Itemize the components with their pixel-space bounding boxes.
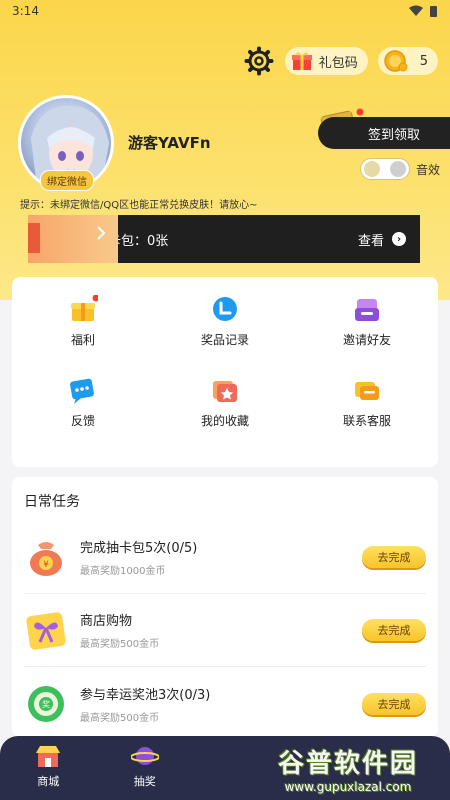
menu-label: 福利 <box>70 333 95 347</box>
wifi-icon <box>409 5 423 16</box>
record-icon <box>213 297 237 321</box>
bind-wechat-badge[interactable]: 绑定微信 <box>40 170 94 191</box>
planet-icon <box>130 747 159 765</box>
view-card-pack[interactable]: 查看 › <box>358 230 406 249</box>
task-reward: 最高奖励1000金币 <box>80 566 166 577</box>
shop-icon <box>36 746 61 767</box>
menu-item-favorites[interactable]: 我的收藏 <box>154 376 296 457</box>
sound-toggle[interactable] <box>359 158 410 180</box>
gift-bow-icon <box>26 612 66 650</box>
gift-box-icon <box>71 295 98 321</box>
money-bag-icon: ¥ <box>30 542 62 576</box>
coin-count: 5 <box>419 53 428 69</box>
tasks-title: 日常任务 <box>24 494 80 510</box>
task-name: 商店购物 <box>80 614 133 629</box>
profile-block: 绑定微信 <box>18 95 114 191</box>
watermark-title: 谷普软件园 <box>277 748 418 779</box>
menu-label: 我的收藏 <box>200 414 249 428</box>
watermark: 谷普软件园 www.gupuxlazal.com <box>248 738 448 798</box>
customer-service-icon <box>355 382 379 400</box>
menu-label: 邀请好友 <box>342 333 391 347</box>
task-name: 完成抽卡包5次(0/5) <box>80 541 198 556</box>
invite-icon <box>355 299 379 321</box>
feedback-icon <box>70 378 94 404</box>
signin-label: 签到领取 <box>367 127 420 143</box>
nav-item-shop[interactable]: 商城 <box>34 743 62 789</box>
username: 游客YAVFn <box>128 134 211 152</box>
svg-text:奖: 奖 <box>42 699 50 709</box>
settings-button[interactable] <box>243 45 275 77</box>
coin-balance[interactable]: 5 <box>377 47 438 75</box>
task-reward: 最高奖励500金币 <box>80 712 160 724</box>
status-time: 3:14 <box>12 4 39 18</box>
go-complete-button[interactable]: 去完成 <box>362 546 426 568</box>
gift-code-label: 礼包码 <box>318 55 358 71</box>
menu-item-invite[interactable]: 邀请好友 <box>296 295 438 376</box>
toggle-knob-right <box>389 161 406 177</box>
task-item: ¥ 完成抽卡包5次(0/5) 最高奖励1000金币 去完成 <box>24 521 426 594</box>
task-item: 商店购物 最高奖励500金币 去完成 <box>24 594 426 667</box>
sound-toggle-row: 音效 <box>359 158 440 180</box>
toggle-knob-left <box>363 161 380 177</box>
task-name: 参与幸运奖池3次(0/3) <box>80 687 211 703</box>
card-pack-bar[interactable]: 卡包：0张 查看 › <box>28 215 420 263</box>
chevron-right-icon: › <box>392 232 406 246</box>
battery-icon <box>430 5 437 17</box>
menu-label: 反馈 <box>70 414 95 428</box>
menu-item-customer-service[interactable]: 联系客服 <box>296 376 438 457</box>
gift-code-button[interactable]: 礼包码 <box>284 47 368 75</box>
feature-menu: 福利 奖品记录 邀请好友 反馈 我的收藏 联系客服 <box>12 277 438 467</box>
task-item: 奖 参与幸运奖池3次(0/3) 最高奖励500金币 去完成 <box>24 667 426 740</box>
menu-item-welfare[interactable]: 福利 <box>12 295 154 376</box>
watermark-url: www.gupuxlazal.com <box>284 779 412 794</box>
gear-icon <box>244 46 274 76</box>
go-complete-button[interactable]: 去完成 <box>362 619 426 641</box>
go-complete-button[interactable]: 去完成 <box>362 692 426 715</box>
card-pack-image <box>28 215 118 263</box>
menu-item-feedback[interactable]: 反馈 <box>12 376 154 457</box>
nav-item-lottery[interactable]: 抽奖 <box>130 743 159 789</box>
gift-icon <box>291 52 312 70</box>
menu-item-prize-record[interactable]: 奖品记录 <box>154 295 296 376</box>
daily-tasks: 日常任务 ¥ 完成抽卡包5次(0/5) 最高奖励1000金币 去完成 商店购物 … <box>12 477 438 737</box>
svg-text:¥: ¥ <box>43 560 49 570</box>
menu-label: 奖品记录 <box>200 333 249 347</box>
sound-label: 音效 <box>415 162 440 177</box>
menu-label: 联系客服 <box>342 414 391 428</box>
task-reward: 最高奖励500金币 <box>80 639 160 650</box>
nav-label: 抽奖 <box>133 775 156 788</box>
signin-button[interactable]: 签到领取 <box>318 117 450 149</box>
coin-icon <box>383 50 408 72</box>
status-bar: 3:14 <box>0 0 450 22</box>
top-actions: 礼包码 5 <box>243 45 438 77</box>
view-label: 查看 <box>357 233 384 249</box>
favorites-icon <box>213 381 237 402</box>
bind-tip: 提示：未绑定微信/QQ区也能正常兑换皮肤！请放心~ <box>20 200 258 211</box>
lucky-pool-icon: 奖 <box>28 685 64 722</box>
nav-label: 商城 <box>37 775 60 788</box>
